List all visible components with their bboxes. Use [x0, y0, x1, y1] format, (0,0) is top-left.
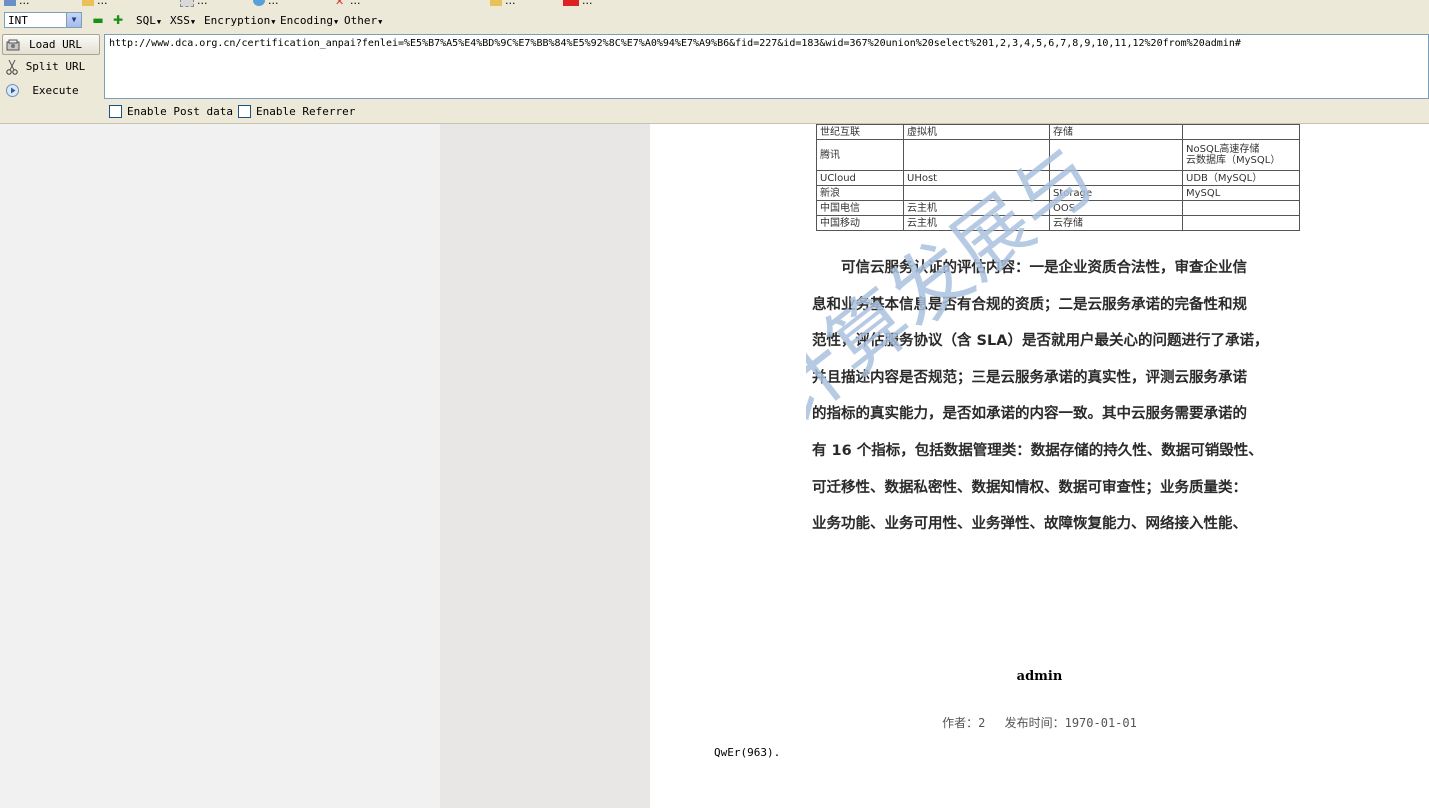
folder-icon: [82, 0, 94, 6]
url-textarea[interactable]: http://www.dca.org.cn/certification_anpa…: [104, 34, 1429, 99]
caret-down-icon: ▼: [378, 18, 383, 26]
bookmark-page-icon: [4, 0, 16, 6]
bookmark-item[interactable]: ...: [82, 0, 108, 7]
bookmark-item[interactable]: ...: [180, 0, 208, 7]
type-select[interactable]: INT ▼: [4, 12, 82, 28]
load-url-button[interactable]: Load URL: [2, 34, 100, 55]
execute-button[interactable]: Execute: [2, 80, 100, 101]
caret-down-icon: ▼: [156, 18, 162, 26]
bookmark-item[interactable]: ...: [4, 0, 30, 7]
article-meta: 作者：2 发布时间：1970-01-01: [650, 714, 1429, 731]
left-sidebar-area: [0, 124, 440, 808]
x-icon: ✕: [335, 0, 345, 8]
table-row: UCloud UHost UDB（MySQL）: [816, 170, 1300, 186]
split-url-button[interactable]: Split URL: [2, 56, 100, 77]
bookmark-item[interactable]: ✕...: [335, 0, 361, 8]
page-body: 世纪互联 虚拟机 存储 腾讯 NoSQL高速存储 云数据库（MySQL） UCl…: [0, 124, 1429, 808]
checkbox-box[interactable]: [109, 105, 122, 118]
caret-down-icon: ▼: [271, 18, 276, 26]
bookmark-page-icon: [180, 0, 194, 7]
hackbar-toolbar: INT ▼ ▬ ✚ SQL▼ XSS▼ Encryption▼ Encoding…: [0, 8, 1429, 33]
enable-referrer-checkbox[interactable]: Enable Referrer: [238, 105, 355, 118]
enable-post-data-checkbox[interactable]: Enable Post data: [109, 105, 233, 118]
table-row: 中国电信 云主机 OOS: [816, 200, 1300, 216]
bookmark-item[interactable]: ...: [490, 0, 516, 7]
article-body: QwEr(963).: [714, 746, 781, 759]
red-badge-icon: [563, 0, 579, 6]
menu-encryption[interactable]: Encryption▼: [204, 14, 275, 27]
minus-icon[interactable]: ▬: [92, 13, 103, 27]
table-row: 新浪 Storage MySQL: [816, 185, 1300, 201]
bookmark-item[interactable]: ...: [563, 0, 593, 7]
article-title: admin: [1016, 669, 1063, 684]
table-row: 世纪互联 虚拟机 存储: [816, 124, 1300, 140]
document-image: 世纪互联 虚拟机 存储 腾讯 NoSQL高速存储 云数据库（MySQL） UCl…: [806, 124, 1429, 544]
scissors-icon: [5, 59, 19, 75]
bookmark-item[interactable]: ...: [253, 0, 279, 7]
caret-down-icon: ▼: [190, 18, 196, 26]
paragraph-line: 可迁移性、数据私密性、数据知情权、数据可审查性；业务质量类：: [812, 479, 1247, 496]
publish-date: 发布时间：1970-01-01: [1004, 716, 1137, 730]
bookmarks-bar: ... ... ... ... ✕... ... ...: [0, 0, 1429, 8]
load-icon: [6, 38, 20, 52]
paragraph-line: 业务功能、业务可用性、业务弹性、故障恢复能力、网络接入性能、: [812, 516, 1247, 533]
chevron-down-icon[interactable]: ▼: [66, 13, 81, 27]
document-paragraph: 可信云服务认证的评估内容：一是企业资质合法性，审查企业信 息和业务基本信息是否有…: [812, 250, 1312, 543]
menu-encoding[interactable]: Encoding▼: [280, 14, 338, 27]
folder-icon: [490, 0, 502, 6]
table-row: 腾讯 NoSQL高速存储 云数据库（MySQL）: [816, 139, 1300, 171]
hackbar-panel: Load URL Split URL Execute http://www.dc…: [0, 33, 1429, 124]
globe-icon: [253, 0, 265, 6]
middle-gutter: [440, 124, 650, 808]
table-row: 中国移动 云主机 云存储: [816, 215, 1300, 231]
checkbox-box[interactable]: [238, 105, 251, 118]
menu-xss[interactable]: XSS▼: [170, 14, 195, 27]
paragraph-line: 息和业务基本信息是否有合规的资质；二是云服务承诺的完备性和规: [812, 296, 1247, 313]
paragraph-line: 并且描述内容是否规范；三是云服务承诺的真实性，评测云服务承诺: [812, 369, 1247, 386]
paragraph-line: 有 16 个指标，包括数据管理类：数据存储的持久性、数据可销毁性、: [812, 442, 1263, 459]
cloud-provider-table: 世纪互联 虚拟机 存储 腾讯 NoSQL高速存储 云数据库（MySQL） UCl…: [816, 124, 1300, 231]
caret-down-icon: ▼: [333, 18, 339, 26]
play-icon: [5, 84, 19, 98]
paragraph-line: 的指标的真实能力，是否如承诺的内容一致。其中云服务需要承诺的: [812, 406, 1247, 423]
plus-icon[interactable]: ✚: [113, 13, 123, 27]
menu-other[interactable]: Other▼: [344, 14, 382, 27]
paragraph-line: 可信云服务认证的评估内容：一是企业资质合法性，审查企业信: [812, 260, 1247, 276]
author-label: 作者：2: [942, 716, 986, 730]
paragraph-line: 范性，评估服务协议（含 SLA）是否就用户最关心的问题进行了承诺，: [812, 333, 1269, 350]
article-area: 世纪互联 虚拟机 存储 腾讯 NoSQL高速存储 云数据库（MySQL） UCl…: [650, 124, 1429, 808]
menu-sql[interactable]: SQL▼: [136, 14, 161, 27]
